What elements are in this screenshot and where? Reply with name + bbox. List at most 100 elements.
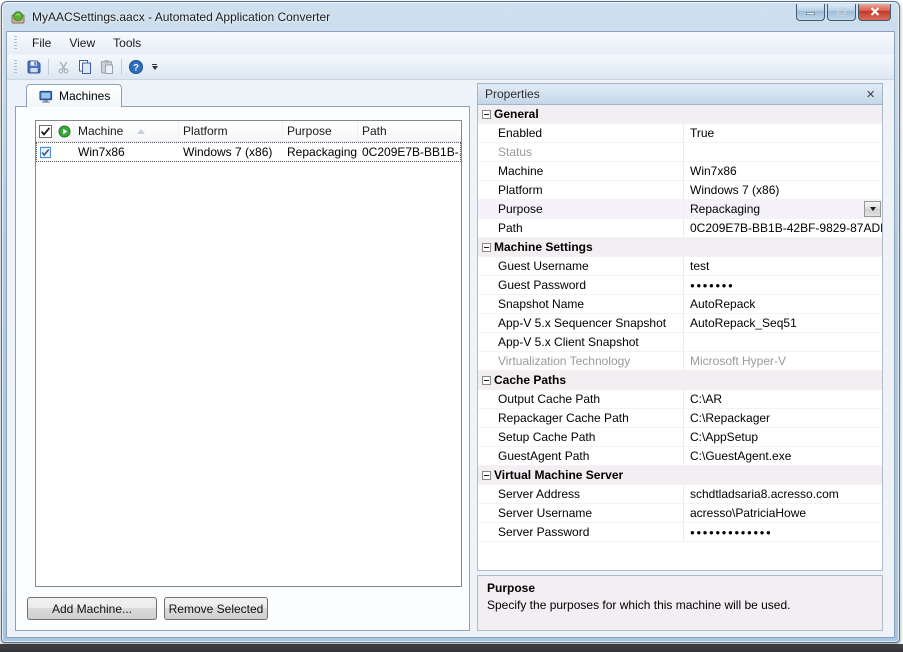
property-value[interactable]: C:\Repackager [684, 409, 882, 427]
property-label: GuestAgent Path [494, 447, 684, 465]
minimize-button[interactable] [796, 4, 825, 21]
property-value[interactable]: ●●●●●●●●●●●●● [684, 523, 882, 541]
menu-item-file[interactable]: File [23, 33, 60, 53]
property-row-enabled[interactable]: EnabledTrue [478, 124, 882, 143]
menu-item-tools[interactable]: Tools [104, 33, 150, 53]
property-value[interactable]: Win7x86 [684, 162, 882, 180]
property-row-app-v-5-x-sequencer-snapshot[interactable]: App-V 5.x Sequencer SnapshotAutoRepack_S… [478, 314, 882, 333]
property-row-purpose[interactable]: PurposeRepackaging [478, 200, 882, 219]
property-label: Machine [494, 162, 684, 180]
column-header-path[interactable]: Path [358, 121, 461, 141]
dropdown-button[interactable] [864, 201, 881, 217]
machine-list-header: Machine Platform Purpose Path [36, 121, 461, 142]
cut-icon [56, 60, 71, 75]
tab-label: Machines [59, 89, 110, 103]
property-label: App-V 5.x Sequencer Snapshot [494, 314, 684, 332]
computer-icon [38, 89, 54, 104]
toolbar-separator [48, 59, 49, 75]
property-row-app-v-5-x-client-snapshot[interactable]: App-V 5.x Client Snapshot [478, 333, 882, 352]
property-value[interactable]: ●●●●●●● [684, 276, 882, 294]
machine-row[interactable]: Win7x86 Windows 7 (x86) Repackaging 0C20… [36, 142, 461, 162]
property-label: Server Username [494, 504, 684, 522]
row-purpose: Repackaging [283, 142, 358, 162]
property-value[interactable] [684, 333, 882, 351]
property-value[interactable]: Repackaging [684, 200, 882, 218]
property-row-server-password[interactable]: Server Password●●●●●●●●●●●●● [478, 523, 882, 542]
svg-text:?: ? [133, 63, 139, 74]
property-row-guestagent-path[interactable]: GuestAgent PathC:\GuestAgent.exe [478, 447, 882, 466]
column-header-purpose[interactable]: Purpose [283, 121, 358, 141]
property-section-machine-settings[interactable]: Machine Settings [478, 238, 882, 257]
collapse-icon[interactable] [482, 376, 491, 385]
remove-selected-button[interactable]: Remove Selected [164, 597, 268, 620]
property-label: Repackager Cache Path [494, 409, 684, 427]
property-section-cache-paths[interactable]: Cache Paths [478, 371, 882, 390]
help-button[interactable]: ? [125, 57, 147, 77]
property-section-virtual-machine-server[interactable]: Virtual Machine Server [478, 466, 882, 485]
window-controls [796, 4, 891, 21]
property-value[interactable]: schdtladsaria8.acresso.com [684, 485, 882, 503]
row-platform: Windows 7 (x86) [179, 142, 283, 162]
column-header-platform[interactable]: Platform [179, 121, 283, 141]
property-row-snapshot-name[interactable]: Snapshot NameAutoRepack [478, 295, 882, 314]
save-icon [26, 59, 42, 75]
minimize-icon [805, 7, 816, 16]
property-value[interactable]: C:\GuestAgent.exe [684, 447, 882, 465]
property-label: Guest Username [494, 257, 684, 275]
property-value[interactable]: 0C209E7B-BB1B-42BF-9829-87ADED2E8 [684, 219, 882, 237]
collapse-icon[interactable] [482, 471, 491, 480]
property-value[interactable]: acresso\PatriciaHowe [684, 504, 882, 522]
property-row-guest-username[interactable]: Guest Usernametest [478, 257, 882, 276]
maximize-icon [836, 7, 847, 16]
maximize-button[interactable] [827, 4, 856, 21]
collapse-icon[interactable] [482, 110, 491, 119]
toolbar-overflow-button[interactable] [149, 64, 160, 70]
property-row-server-username[interactable]: Server Usernameacresso\PatriciaHowe [478, 504, 882, 523]
property-value[interactable]: AutoRepack [684, 295, 882, 313]
run-status-icon [58, 125, 71, 138]
property-row-status[interactable]: Status [478, 143, 882, 162]
chevron-down-icon [152, 66, 158, 70]
column-header-label: Path [362, 124, 387, 138]
property-value[interactable]: test [684, 257, 882, 275]
main-area: Machines [7, 80, 894, 637]
cut-button[interactable] [52, 57, 74, 77]
row-checkbox[interactable] [36, 142, 55, 162]
property-row-path[interactable]: Path0C209E7B-BB1B-42BF-9829-87ADED2E8 [478, 219, 882, 238]
tab-machines[interactable]: Machines [26, 84, 122, 107]
property-label: Guest Password [494, 276, 684, 294]
property-row-repackager-cache-path[interactable]: Repackager Cache PathC:\Repackager [478, 409, 882, 428]
property-row-platform[interactable]: PlatformWindows 7 (x86) [478, 181, 882, 200]
add-machine-button[interactable]: Add Machine... [27, 597, 157, 620]
menu-item-view[interactable]: View [60, 33, 104, 53]
property-value[interactable]: True [684, 124, 882, 142]
property-row-guest-password[interactable]: Guest Password●●●●●●● [478, 276, 882, 295]
window-title: MyAACSettings.aacx - Automated Applicati… [32, 10, 790, 24]
status-column-header[interactable] [55, 121, 74, 141]
property-label: Platform [494, 181, 684, 199]
property-row-virtualization-technology[interactable]: Virtualization TechnologyMicrosoft Hyper… [478, 352, 882, 371]
save-button[interactable] [23, 57, 45, 77]
select-all-checkbox[interactable] [36, 121, 55, 141]
column-header-label: Platform [183, 124, 228, 138]
copy-button[interactable] [74, 57, 96, 77]
property-value[interactable]: Windows 7 (x86) [684, 181, 882, 199]
property-section-general[interactable]: General [478, 105, 882, 124]
property-value[interactable]: C:\AppSetup [684, 428, 882, 446]
property-value[interactable]: C:\AR [684, 390, 882, 408]
collapse-icon[interactable] [482, 243, 491, 252]
property-value[interactable]: Microsoft Hyper-V [684, 352, 882, 370]
property-row-server-address[interactable]: Server Addressschdtladsaria8.acresso.com [478, 485, 882, 504]
close-button[interactable] [858, 4, 891, 21]
column-header-machine[interactable]: Machine [74, 121, 179, 141]
property-row-machine[interactable]: MachineWin7x86 [478, 162, 882, 181]
paste-button[interactable] [96, 57, 118, 77]
taskbar-edge [0, 644, 903, 652]
property-value[interactable]: AutoRepack_Seq51 [684, 314, 882, 332]
properties-close-icon[interactable]: × [866, 89, 875, 100]
property-row-output-cache-path[interactable]: Output Cache PathC:\AR [478, 390, 882, 409]
property-row-setup-cache-path[interactable]: Setup Cache PathC:\AppSetup [478, 428, 882, 447]
property-value[interactable] [684, 143, 882, 161]
property-label: Path [494, 219, 684, 237]
property-label: App-V 5.x Client Snapshot [494, 333, 684, 351]
